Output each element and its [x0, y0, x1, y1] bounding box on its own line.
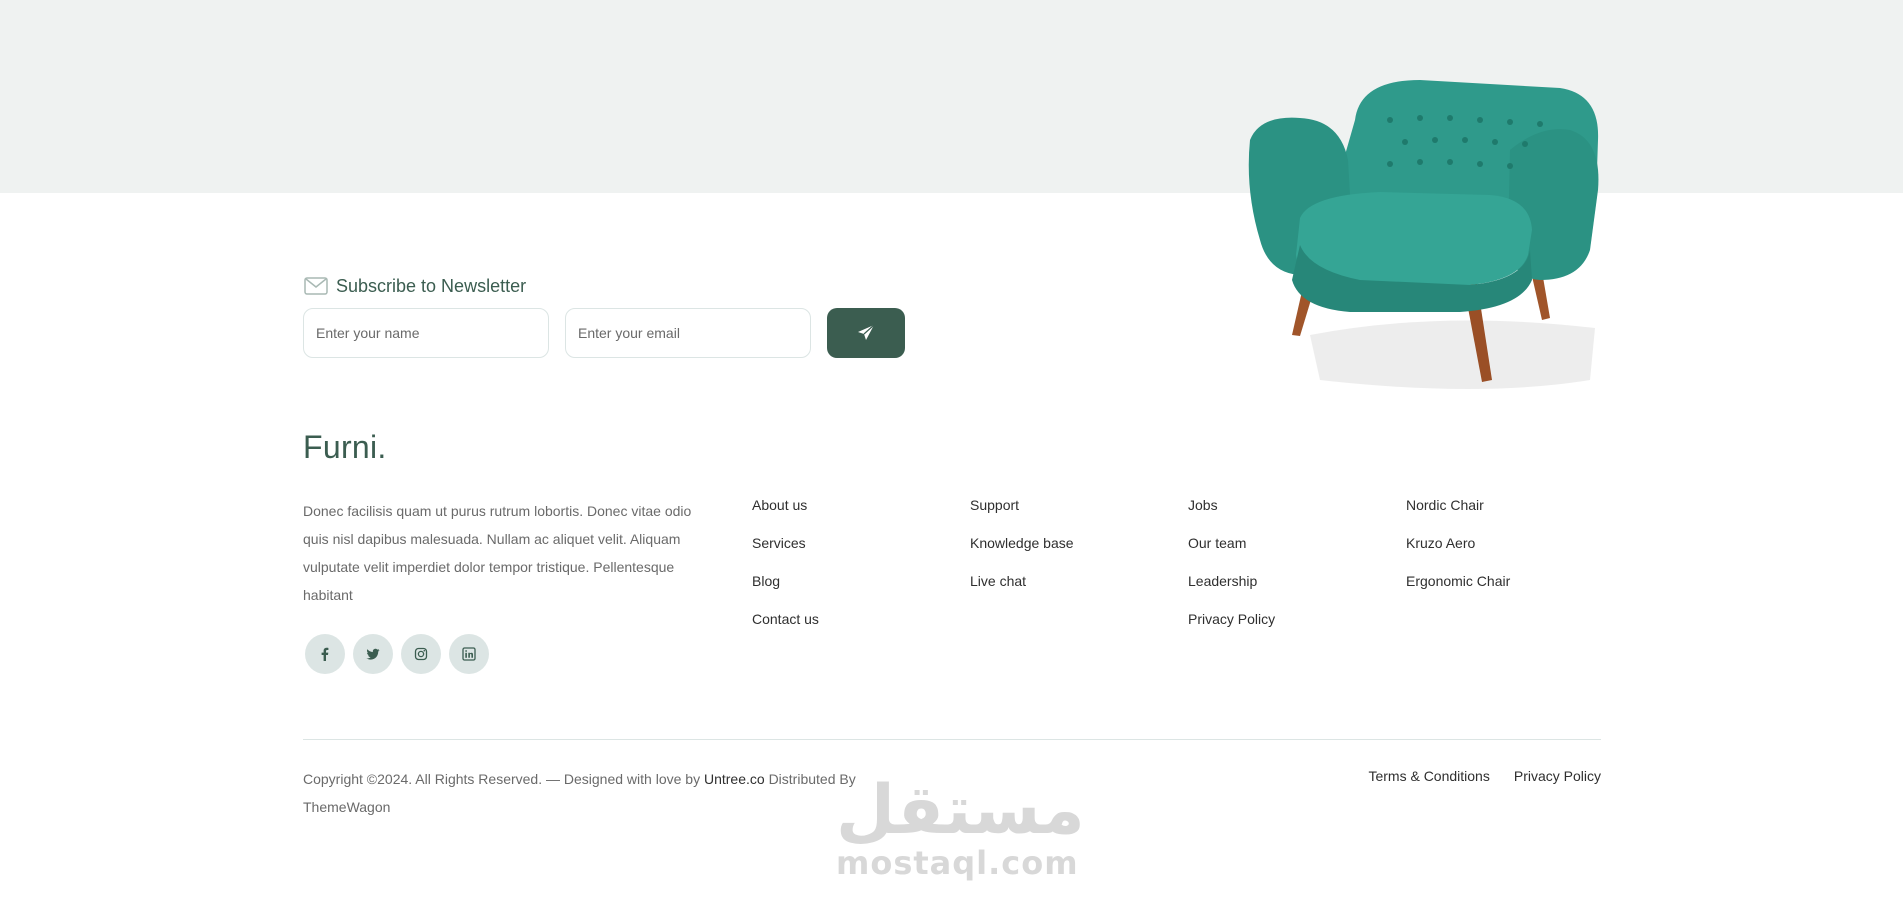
linkedin-icon	[462, 647, 476, 661]
legal-links: Terms & Conditions Privacy Policy	[1368, 768, 1601, 784]
newsletter-heading: Subscribe to Newsletter	[304, 274, 526, 298]
social-linkedin[interactable]	[449, 634, 489, 674]
links-column-products: Nordic Chair Kruzo Aero Ergonomic Chair	[1406, 496, 1510, 610]
brand-logo[interactable]: Furni.	[303, 429, 387, 466]
footer-link[interactable]: Blog	[752, 572, 819, 610]
footer-link[interactable]: Our team	[1188, 534, 1275, 572]
watermark: مستقل mostaql.com	[836, 771, 1085, 882]
newsletter-section: Subscribe to Newsletter	[303, 274, 905, 358]
social-facebook[interactable]	[305, 634, 345, 674]
envelope-icon	[304, 277, 328, 295]
footer-link[interactable]: Contact us	[752, 610, 819, 648]
facebook-icon	[321, 647, 329, 661]
footer-link[interactable]: Kruzo Aero	[1406, 534, 1510, 572]
subscribe-button[interactable]	[827, 308, 905, 358]
footer-link[interactable]: Knowledge base	[970, 534, 1074, 572]
footer-link[interactable]: Services	[752, 534, 819, 572]
name-input[interactable]	[303, 308, 549, 358]
terms-link[interactable]: Terms & Conditions	[1368, 768, 1489, 784]
email-input[interactable]	[565, 308, 811, 358]
watermark-latin: mostaql.com	[836, 844, 1079, 882]
links-column-support: Support Knowledge base Live chat	[970, 496, 1074, 610]
social-instagram[interactable]	[401, 634, 441, 674]
footer-divider	[303, 739, 1601, 740]
links-column-team: Jobs Our team Leadership Privacy Policy	[1188, 496, 1275, 648]
copyright-prefix: Copyright ©2024. All Rights Reserved. — …	[303, 771, 701, 787]
footer-link[interactable]: Ergonomic Chair	[1406, 572, 1510, 610]
twitter-icon	[366, 648, 380, 660]
footer-link[interactable]: Jobs	[1188, 496, 1275, 534]
social-twitter[interactable]	[353, 634, 393, 674]
untree-link[interactable]: Untree.co	[704, 771, 765, 787]
instagram-icon	[414, 647, 428, 661]
footer-link[interactable]: Leadership	[1188, 572, 1275, 610]
links-column-company: About us Services Blog Contact us	[752, 496, 819, 648]
privacy-link[interactable]: Privacy Policy	[1514, 768, 1601, 784]
copyright-text: Copyright ©2024. All Rights Reserved. — …	[303, 765, 923, 821]
footer-link[interactable]: Support	[970, 496, 1074, 534]
footer-link[interactable]: Nordic Chair	[1406, 496, 1510, 534]
armchair-image	[1248, 80, 1599, 389]
newsletter-title: Subscribe to Newsletter	[336, 275, 527, 296]
paper-plane-icon	[858, 324, 875, 340]
watermark-arabic: مستقل	[836, 771, 1085, 850]
footer-link[interactable]: Live chat	[970, 572, 1074, 610]
footer-link[interactable]: About us	[752, 496, 819, 534]
top-band	[0, 0, 1903, 193]
newsletter-form	[303, 308, 905, 358]
about-text: Donec facilisis quam ut purus rutrum lob…	[303, 503, 692, 603]
themewagon-link[interactable]: ThemeWagon	[303, 799, 390, 815]
social-links	[305, 634, 489, 674]
footer-link[interactable]: Privacy Policy	[1188, 610, 1275, 648]
